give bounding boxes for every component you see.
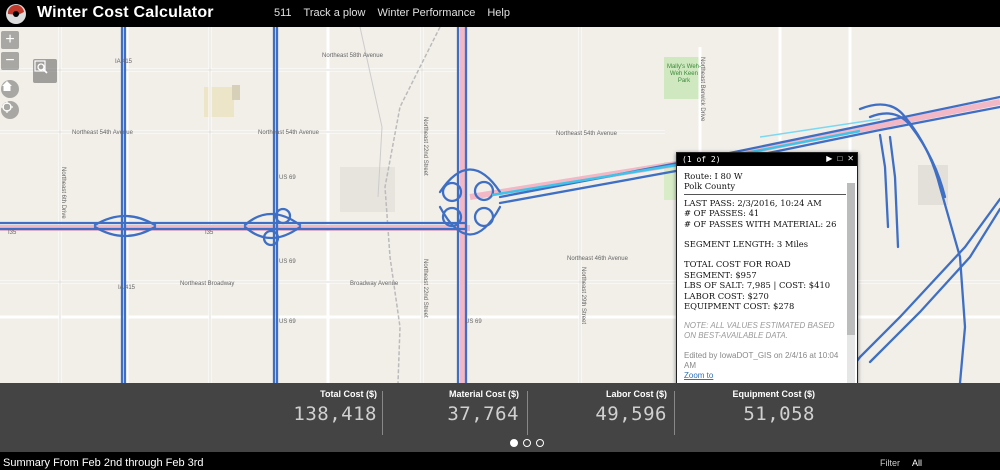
stat-value: 138,418: [293, 403, 377, 425]
route-info-popup: (1 of 2) ▶ □ ✕ Route: I 80 W Polk County…: [676, 152, 858, 390]
stat-divider: [382, 391, 383, 435]
map-label-ne-broadway: Northeast Broadway: [180, 281, 235, 287]
stat-equipment-cost: Equipment Cost ($) 51,058: [685, 389, 816, 425]
stat-value: 51,058: [743, 403, 815, 425]
popup-route: Route: I 80 W: [684, 171, 743, 181]
stat-label: Material Cost ($): [448, 389, 519, 399]
map-label-ne46: Northeast 46th Avenue: [567, 256, 628, 262]
zoom-to-link[interactable]: Zoom to: [684, 371, 846, 381]
map-label-ne22b: Northeast 22nd Street: [422, 259, 428, 318]
main-nav: 511 Track a plow Winter Performance Help: [274, 7, 510, 19]
filter-all-option[interactable]: All: [912, 458, 922, 468]
map-label-ne22: Northeast 22nd Street: [422, 117, 428, 176]
map-label-broadway: Broadway Avenue: [350, 281, 399, 287]
locate-button[interactable]: [1, 101, 19, 119]
popup-edited: Edited by IowaDOT_GIS on 2/4/16 at 10:04…: [684, 351, 839, 371]
map-label-ne6: Northeast 6th Drive: [60, 167, 66, 219]
popup-scrollbar[interactable]: [847, 183, 855, 388]
footer-bar: Summary From Feb 2nd through Feb 3rd Fil…: [0, 452, 1000, 470]
stat-label: Labor Cost ($): [605, 389, 667, 399]
maximize-icon[interactable]: □: [837, 154, 842, 163]
stat-value: 49,596: [595, 403, 667, 425]
top-bar: Winter Cost Calculator 511 Track a plow …: [0, 0, 1000, 27]
home-icon: [2, 81, 12, 91]
map-label-us69c: US 69: [279, 319, 296, 325]
close-icon[interactable]: ✕: [847, 154, 854, 163]
map-label-ne29: Northeast 29th Street: [580, 267, 586, 325]
map-label-i35b: I35: [205, 230, 214, 236]
map-label-ne54-right: Northeast 54th Avenue: [556, 131, 617, 137]
zoom-in-button[interactable]: +: [1, 31, 19, 49]
page-dot-3[interactable]: [536, 439, 544, 447]
popup-salt: LBS OF SALT: 7,985 | COST: $410: [684, 280, 831, 291]
search-map-button[interactable]: [33, 59, 57, 83]
home-button[interactable]: [1, 80, 19, 98]
popup-count: (1 of 2): [682, 155, 721, 164]
map-label-ne54-mid: Northeast 54th Avenue: [258, 130, 319, 136]
stat-label: Equipment Cost ($): [732, 389, 816, 399]
map-label-i35: I35: [8, 230, 17, 236]
stat-labor-cost: Labor Cost ($) 49,596: [537, 389, 667, 425]
map-label-ia415: IA 415: [115, 59, 133, 65]
map-label-ia415b: IA 415: [118, 285, 136, 291]
date-range-summary: Summary From Feb 2nd through Feb 3rd: [3, 457, 204, 469]
popup-header: (1 of 2) ▶ □ ✕: [677, 153, 857, 166]
popup-county: Polk County: [684, 181, 736, 192]
map-label-park: Mally's Weh-Weh Keen Park: [666, 64, 702, 84]
popup-labor: LABOR COST: $270: [684, 290, 769, 301]
filter-label: Filter: [880, 458, 900, 468]
stat-divider: [674, 391, 675, 435]
popup-note: NOTE: ALL VALUES ESTIMATED BASED ON BEST…: [684, 321, 835, 341]
stat-material-cost: Material Cost ($) 37,764: [389, 389, 519, 425]
popup-scroll-thumb[interactable]: [847, 183, 855, 335]
page-indicator: [510, 439, 544, 447]
nav-track-plow[interactable]: Track a plow: [304, 7, 366, 19]
stat-total-cost: Total Cost ($) 138,418: [247, 389, 377, 425]
nav-winter-performance[interactable]: Winter Performance: [378, 7, 476, 19]
app-title: Winter Cost Calculator: [37, 4, 214, 21]
map-label-us69d: US 69: [465, 319, 482, 325]
cost-summary-panel: Total Cost ($) 138,418 Material Cost ($)…: [0, 383, 1000, 452]
map-label-ne54: Northeast 54th Avenue: [72, 130, 133, 136]
popup-passes-material: # OF PASSES WITH MATERIAL: 26: [684, 218, 837, 229]
popup-equipment: EQUIPMENT COST: $278: [684, 301, 795, 312]
locate-icon: [1, 101, 13, 113]
popup-passes: # OF PASSES: 41: [684, 208, 760, 219]
map-label-ne58: Northeast 58th Avenue: [322, 53, 383, 59]
page-dot-2[interactable]: [523, 439, 531, 447]
logo-icon: [6, 4, 26, 24]
popup-last-pass: LAST PASS: 2/3/2016, 10:24 AM: [684, 197, 822, 208]
nav-511[interactable]: 511: [274, 7, 292, 19]
stat-divider: [527, 391, 528, 435]
zoom-out-button[interactable]: −: [1, 52, 19, 70]
popup-body: Route: I 80 W Polk County LAST PASS: 2/3…: [684, 171, 846, 386]
popup-total-cost-line2: SEGMENT: $957: [684, 269, 757, 280]
search-icon: [34, 60, 48, 74]
popup-total-cost-line1: TOTAL COST FOR ROAD: [684, 259, 791, 270]
map-label-us69b: US 69: [279, 259, 296, 265]
next-feature-icon[interactable]: ▶: [826, 154, 832, 163]
map-label-us69a: US 69: [279, 175, 296, 181]
page-dot-1[interactable]: [510, 439, 518, 447]
popup-divider: [684, 193, 846, 195]
popup-controls: ▶ □ ✕: [826, 154, 854, 163]
stat-value: 37,764: [447, 403, 519, 425]
nav-help[interactable]: Help: [487, 7, 510, 19]
stat-label: Total Cost ($): [320, 389, 377, 399]
popup-segment-length: SEGMENT LENGTH: 3 Miles: [684, 239, 809, 250]
